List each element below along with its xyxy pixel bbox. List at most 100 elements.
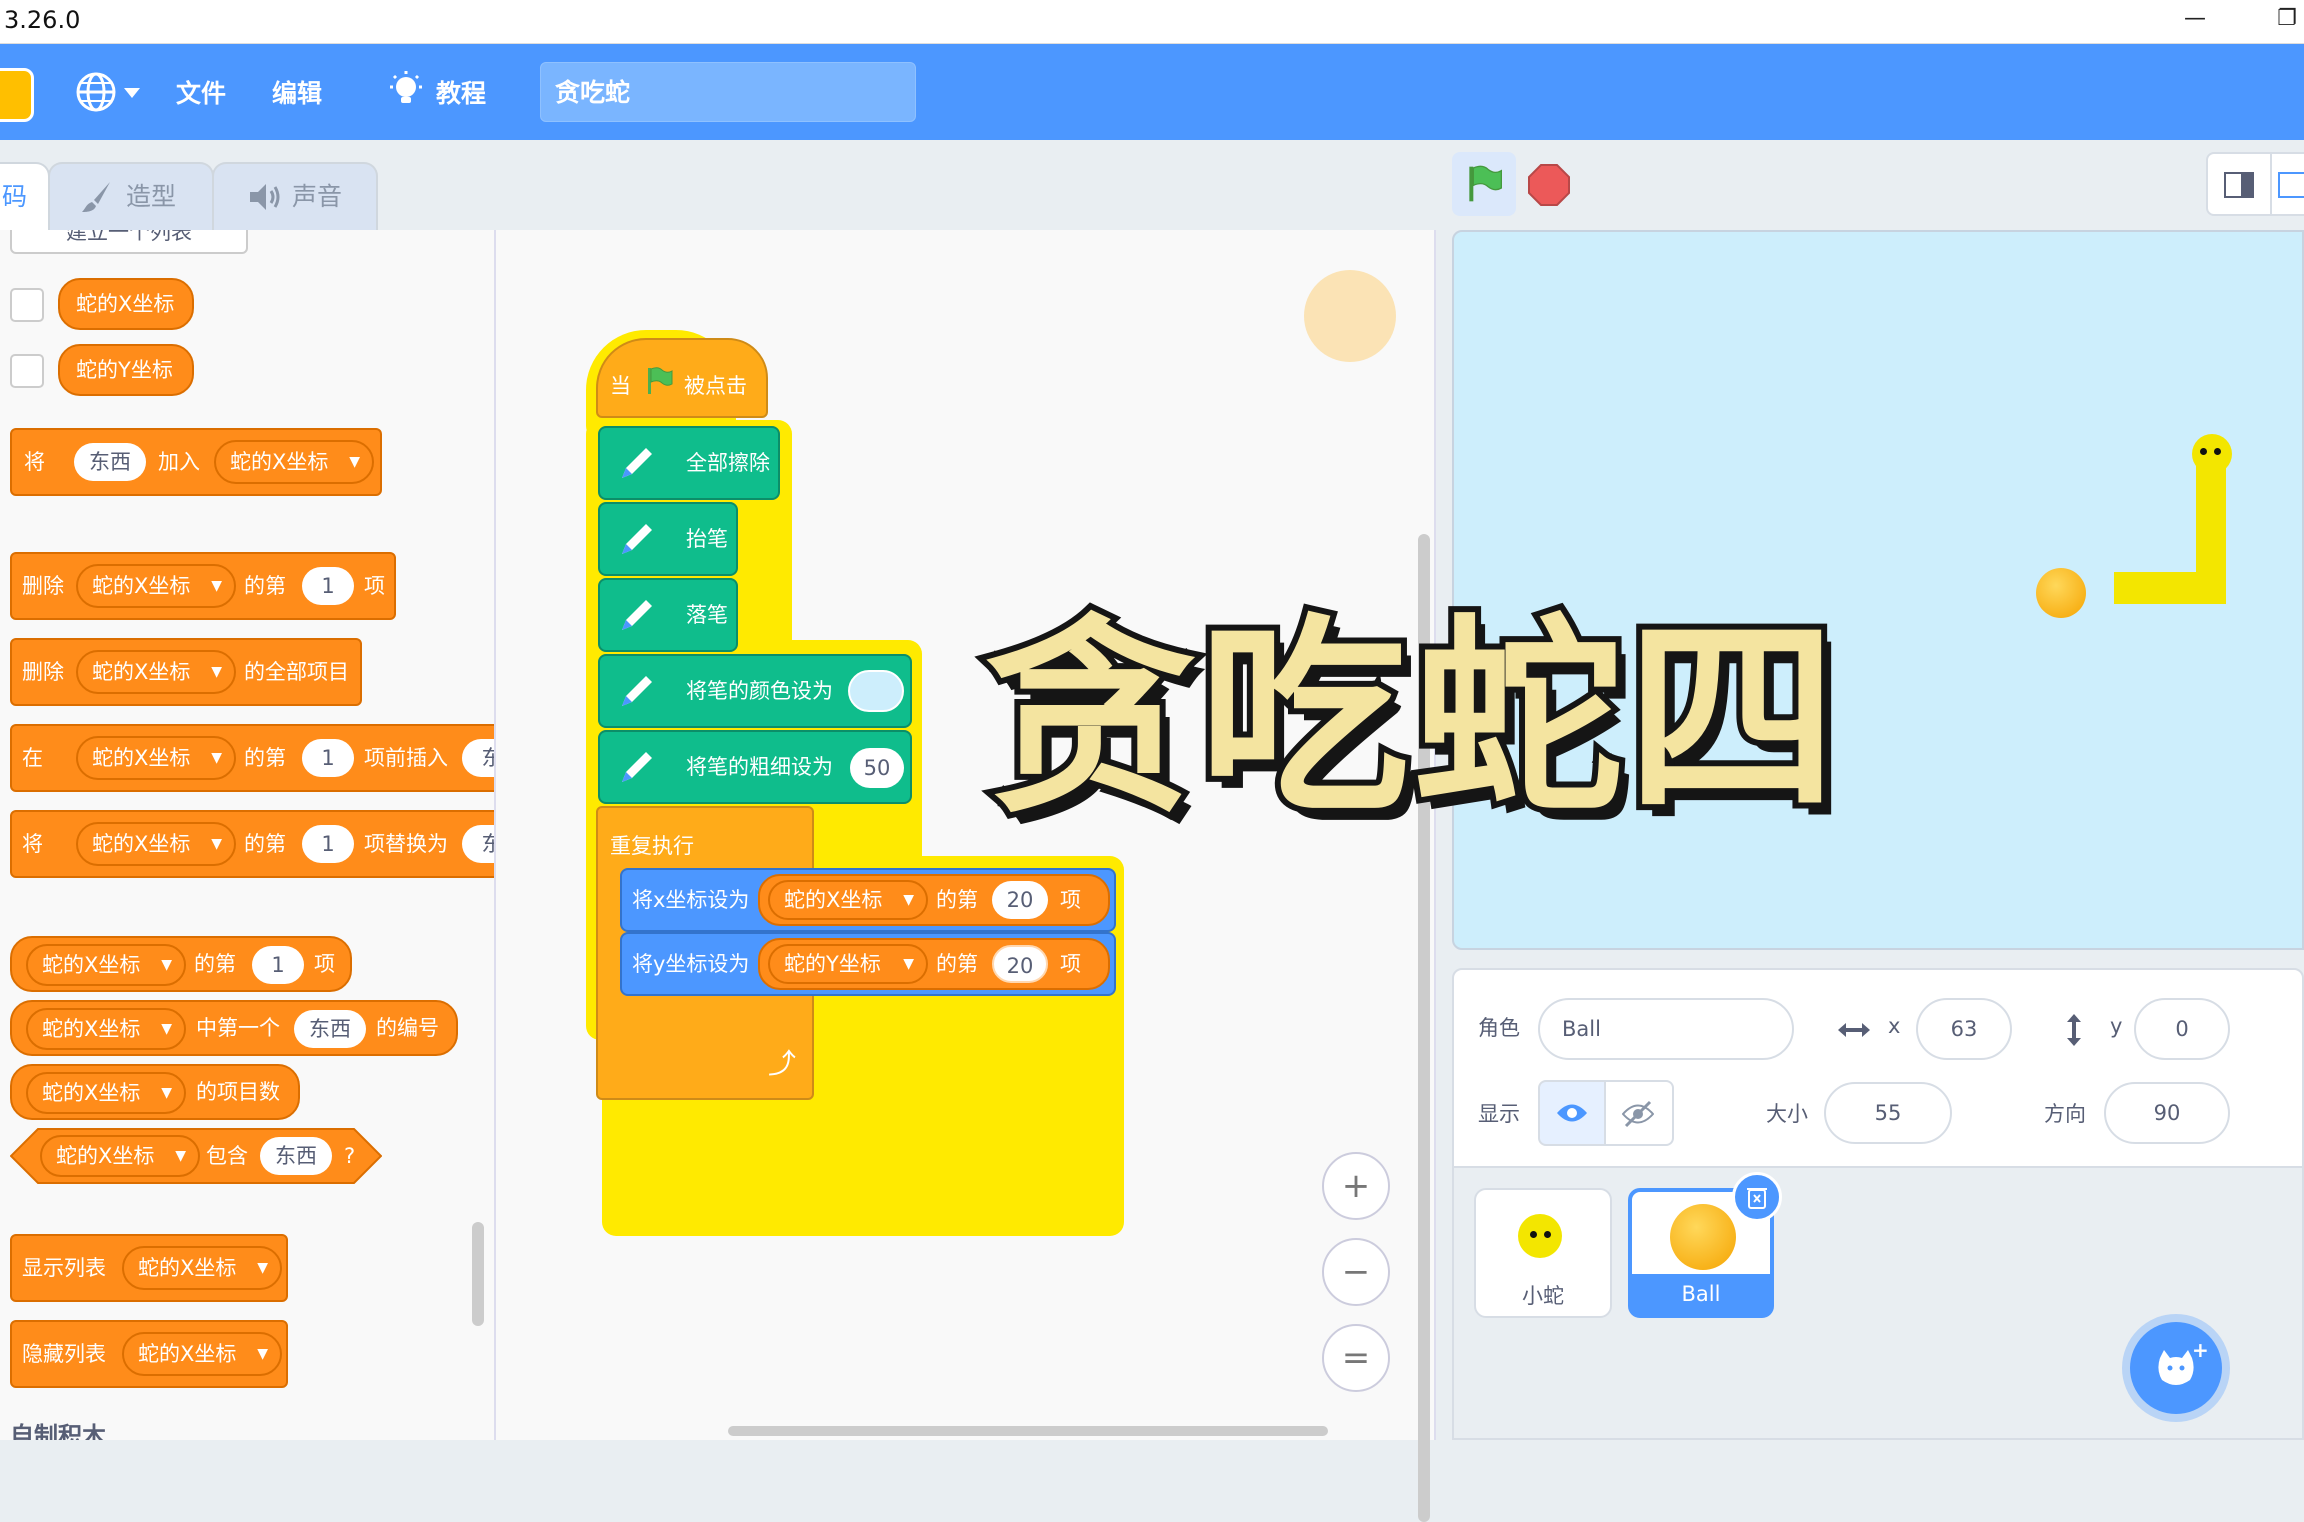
- block-text: 加入: [158, 450, 200, 474]
- large-stage-button[interactable]: [2272, 152, 2304, 216]
- item-of-list-reporter[interactable]: 蛇的Y坐标 ▼ 的第 20 项: [758, 938, 1110, 990]
- tab-costumes[interactable]: 造型: [48, 162, 214, 232]
- stop-icon[interactable]: [1528, 164, 1570, 206]
- green-flag-button[interactable]: [1452, 152, 1516, 216]
- y-position-input[interactable]: 0: [2134, 998, 2230, 1060]
- list-dropdown[interactable]: 蛇的X坐标 ▼: [122, 1246, 282, 1290]
- minimize-button[interactable]: —: [2180, 4, 2210, 34]
- eye-slash-icon: [1622, 1100, 1654, 1128]
- block-text: 被点击: [684, 374, 747, 398]
- list-contains-boolean[interactable]: 蛇的X坐标 ▼ 包含 东西 ?: [10, 1128, 382, 1184]
- sprite-name-input[interactable]: Ball: [1538, 998, 1794, 1060]
- menu-file[interactable]: 文件: [176, 74, 226, 110]
- list-dropdown[interactable]: 蛇的X坐标 ▼: [76, 650, 236, 694]
- replace-item-block[interactable]: 将 蛇的X坐标 ▼ 的第 1 项替换为 东: [10, 810, 494, 878]
- list-dropdown[interactable]: 蛇的X坐标 ▼: [76, 736, 236, 780]
- list-reporter-y[interactable]: 蛇的Y坐标: [58, 344, 194, 396]
- set-x-block[interactable]: 将x坐标设为 蛇的X坐标 ▼ 的第 20 项: [620, 868, 1116, 932]
- list-dropdown[interactable]: 蛇的X坐标 ▼: [76, 822, 236, 866]
- zoom-reset-icon: =: [1341, 1338, 1371, 1378]
- number-input[interactable]: 1: [302, 825, 354, 863]
- sprite-thumb[interactable]: 小蛇: [1474, 1188, 1612, 1318]
- list-dropdown[interactable]: 蛇的X坐标 ▼: [26, 1008, 186, 1050]
- text-input[interactable]: 东: [462, 739, 494, 777]
- list-dropdown[interactable]: 蛇的X坐标 ▼: [214, 440, 374, 484]
- list-dropdown[interactable]: 蛇的X坐标 ▼: [76, 564, 236, 608]
- show-list-block[interactable]: 显示列表 蛇的X坐标 ▼: [10, 1234, 288, 1302]
- zoom-out-button[interactable]: −: [1322, 1238, 1390, 1306]
- number-input[interactable]: 20: [992, 945, 1048, 983]
- snake-sprite[interactable]: [2114, 432, 2302, 622]
- scratch-logo[interactable]: [0, 68, 34, 122]
- list-dropdown[interactable]: 蛇的Y坐标 ▼: [768, 944, 928, 984]
- block-text: 项替换为: [364, 832, 448, 856]
- make-list-button[interactable]: 建立一个列表: [10, 230, 248, 254]
- set-pen-color-block[interactable]: 将笔的颜色设为: [598, 654, 912, 728]
- block-text: 的项目数: [196, 1080, 280, 1104]
- text-input[interactable]: 东: [462, 825, 494, 863]
- set-pen-size-block[interactable]: 将笔的粗细设为 50: [598, 730, 912, 804]
- list-visibility-checkbox[interactable]: [10, 288, 44, 322]
- set-y-block[interactable]: 将y坐标设为 蛇的Y坐标 ▼ 的第 20 项: [620, 932, 1116, 996]
- number-input[interactable]: 1: [302, 739, 354, 777]
- number-input[interactable]: 20: [992, 881, 1048, 919]
- hide-list-block[interactable]: 隐藏列表 蛇的X坐标 ▼: [10, 1320, 288, 1388]
- zoom-in-button[interactable]: +: [1322, 1152, 1390, 1220]
- text-input[interactable]: 东西: [74, 443, 146, 481]
- hide-sprite-button[interactable]: [1606, 1080, 1674, 1146]
- list-dropdown[interactable]: 蛇的X坐标 ▼: [26, 944, 186, 986]
- menu-edit[interactable]: 编辑: [272, 74, 322, 110]
- delete-all-block[interactable]: 删除 蛇的X坐标 ▼ 的全部项目: [10, 638, 362, 706]
- dropdown-value: 蛇的X坐标: [92, 574, 191, 598]
- size-input[interactable]: 55: [1824, 1082, 1952, 1144]
- list-dropdown[interactable]: 蛇的X坐标 ▼: [26, 1072, 186, 1114]
- project-title-input[interactable]: 贪吃蛇: [540, 62, 916, 122]
- dropdown-caret-icon: ▼: [211, 664, 222, 680]
- list-dropdown[interactable]: 蛇的X坐标 ▼: [768, 880, 928, 920]
- language-menu[interactable]: [74, 70, 144, 114]
- show-label: 显示: [1478, 1102, 1520, 1126]
- ball-sprite[interactable]: [2036, 568, 2086, 618]
- text-input[interactable]: 东西: [294, 1010, 366, 1048]
- insert-item-block[interactable]: 在 蛇的X坐标 ▼ 的第 1 项前插入 东: [10, 724, 494, 792]
- number-input[interactable]: 1: [252, 946, 304, 984]
- list-length-reporter[interactable]: 蛇的X坐标 ▼ 的项目数: [10, 1064, 300, 1120]
- add-sprite-button[interactable]: +: [2130, 1322, 2222, 1414]
- list-visibility-checkbox[interactable]: [10, 354, 44, 388]
- restore-button[interactable]: ❐: [2272, 4, 2302, 34]
- when-flag-clicked-block[interactable]: 当 被点击: [596, 338, 768, 418]
- list-dropdown[interactable]: 蛇的X坐标 ▼: [40, 1135, 200, 1177]
- list-dropdown[interactable]: 蛇的X坐标 ▼: [122, 1332, 282, 1376]
- x-label: x: [1888, 1014, 1901, 1038]
- small-stage-button[interactable]: [2206, 152, 2272, 216]
- direction-input[interactable]: 90: [2104, 1082, 2230, 1144]
- block-text: ?: [344, 1144, 356, 1168]
- add-to-list-block[interactable]: 将 东西 加入 蛇的X坐标 ▼: [10, 428, 382, 496]
- app-version: 3.26.0: [4, 6, 81, 34]
- list-reporter-x[interactable]: 蛇的X坐标: [58, 278, 194, 330]
- pen-down-block[interactable]: 落笔: [598, 578, 738, 652]
- number-input[interactable]: 50: [850, 748, 904, 788]
- dropdown-caret-icon: ▼: [257, 1260, 268, 1276]
- large-stage-icon: [2278, 172, 2304, 198]
- menu-tutorials[interactable]: 教程: [382, 70, 502, 114]
- index-of-reporter[interactable]: 蛇的X坐标 ▼ 中第一个 东西 的编号: [10, 1000, 458, 1056]
- text-input[interactable]: 东西: [260, 1137, 332, 1175]
- zoom-reset-button[interactable]: =: [1322, 1324, 1390, 1392]
- color-swatch[interactable]: [848, 670, 904, 712]
- show-sprite-button[interactable]: [1538, 1080, 1606, 1146]
- item-of-list-reporter[interactable]: 蛇的X坐标 ▼ 的第 1 项: [10, 936, 352, 992]
- script-horizontal-scrollbar[interactable]: [728, 1426, 1328, 1436]
- delete-item-block[interactable]: 删除 蛇的X坐标 ▼ 的第 1 项: [10, 552, 396, 620]
- delete-sprite-button[interactable]: [1732, 1172, 1782, 1222]
- tab-code[interactable]: 码: [0, 162, 50, 232]
- erase-all-block[interactable]: 全部擦除: [598, 426, 780, 500]
- item-of-list-reporter[interactable]: 蛇的X坐标 ▼ 的第 20 项: [758, 874, 1110, 926]
- pen-up-block[interactable]: 抬笔: [598, 502, 738, 576]
- tab-sounds[interactable]: 声音: [212, 162, 378, 232]
- number-input[interactable]: 1: [302, 567, 354, 605]
- x-position-input[interactable]: 63: [1916, 998, 2012, 1060]
- palette-scrollbar[interactable]: [472, 1222, 484, 1326]
- sprite-name-label: 角色: [1478, 1016, 1520, 1040]
- green-flag-icon: [648, 367, 673, 394]
